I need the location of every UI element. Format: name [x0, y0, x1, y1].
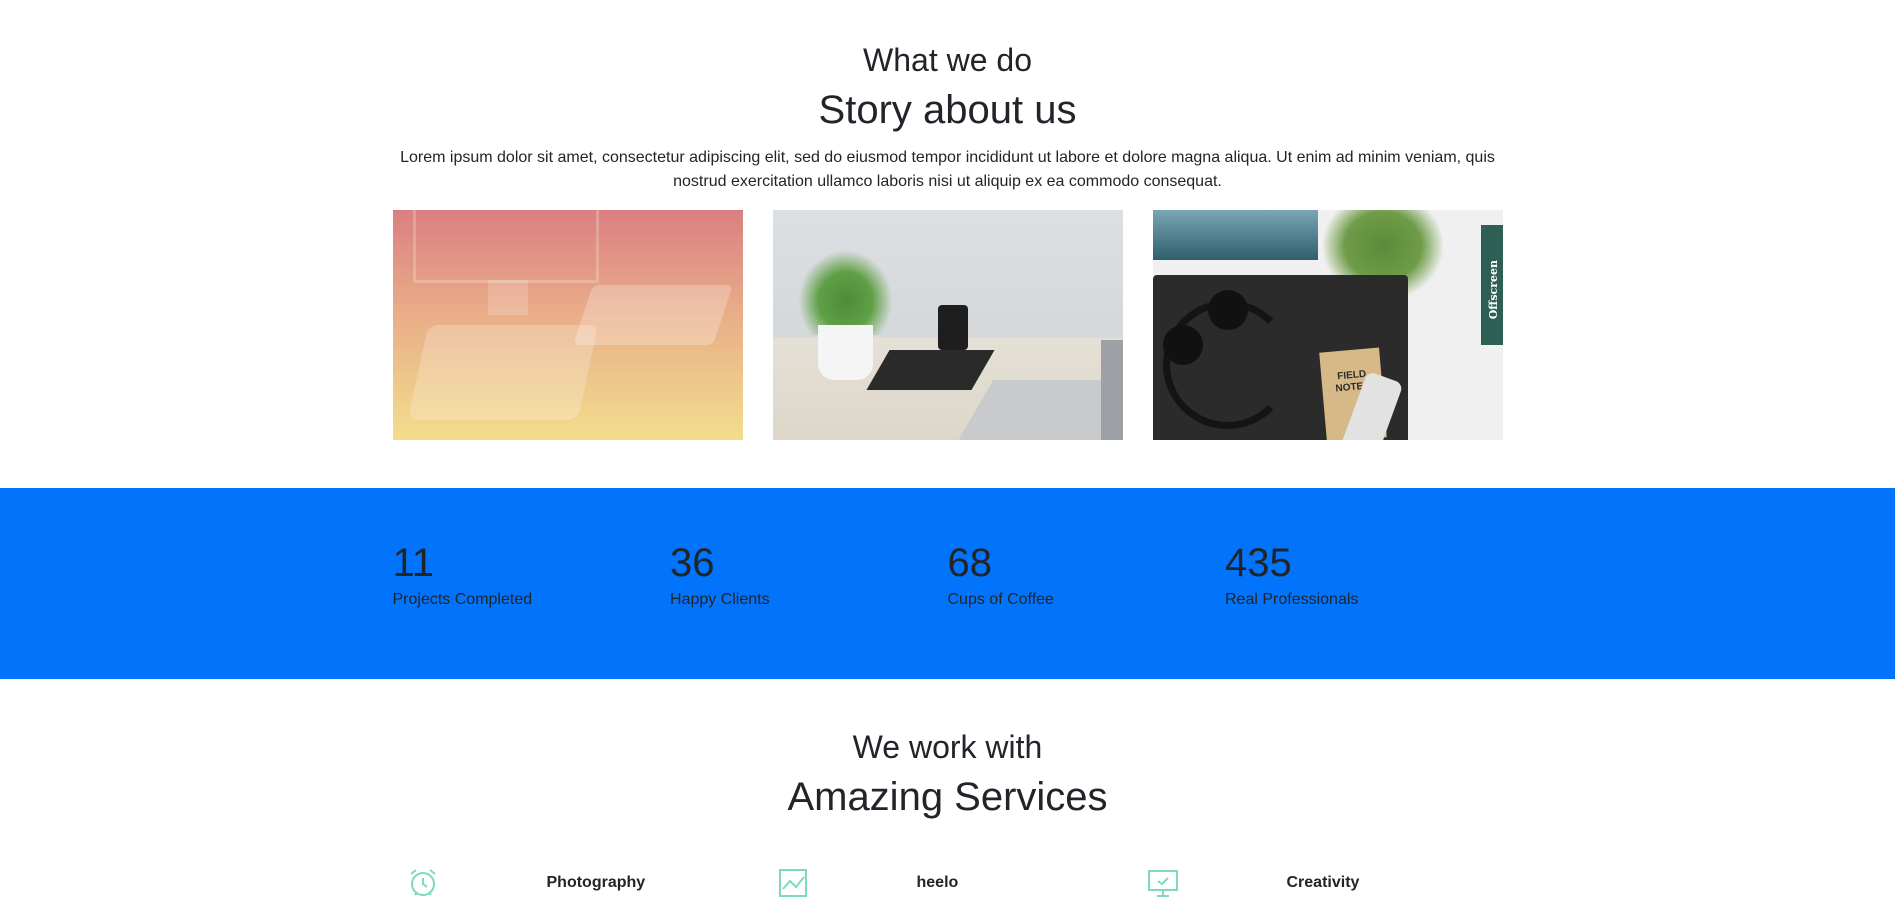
service-item-photography[interactable]: Photography [393, 867, 763, 899]
service-label: Photography [546, 874, 646, 891]
services-kicker: We work with [852, 729, 1043, 765]
service-label: heelo [916, 874, 959, 891]
workspace-photo-gradient[interactable] [392, 210, 743, 440]
service-item-creativity[interactable]: Creativity [1133, 867, 1503, 899]
stat-value: 36 [670, 541, 715, 585]
monitor-icon [1147, 867, 1179, 899]
magazine-label: Offscreen [1486, 260, 1500, 320]
stat-projects: 11 Projects Completed [393, 539, 671, 609]
story-lead: Lorem ipsum dolor sit amet, consectetur … [400, 149, 1495, 190]
services-section: We work with Amazing Services Photograph… [0, 679, 1895, 899]
stat-label: Happy Clients [670, 591, 770, 608]
story-section: What we do Story about us Lorem ipsum do… [0, 0, 1895, 440]
stat-professionals: 435 Real Professionals [1225, 539, 1503, 609]
stat-label: Real Professionals [1225, 591, 1359, 608]
stats-band: 11 Projects Completed 36 Happy Clients 6… [0, 488, 1895, 679]
stat-value: 435 [1225, 541, 1292, 585]
stat-value: 11 [392, 541, 435, 585]
story-title: Story about us [818, 88, 1077, 132]
workspace-photo-plant[interactable] [772, 210, 1123, 440]
alarm-clock-icon [407, 867, 439, 899]
stat-clients: 36 Happy Clients [670, 539, 948, 609]
line-chart-icon [777, 867, 809, 899]
stat-label: Projects Completed [392, 591, 533, 608]
workspace-photo-headphones[interactable]: FIELD NOTES Offscreen [1152, 210, 1503, 440]
service-label: Creativity [1286, 874, 1360, 891]
story-kicker: What we do [863, 42, 1032, 78]
services-title: Amazing Services [787, 775, 1108, 819]
services-list: Photography heelo Creativity [393, 867, 1503, 899]
stat-coffee: 68 Cups of Coffee [948, 539, 1226, 609]
stat-label: Cups of Coffee [947, 591, 1054, 608]
stat-value: 68 [947, 541, 993, 585]
service-item-heelo[interactable]: heelo [763, 867, 1133, 899]
photo-gallery: FIELD NOTES Offscreen [392, 210, 1503, 440]
